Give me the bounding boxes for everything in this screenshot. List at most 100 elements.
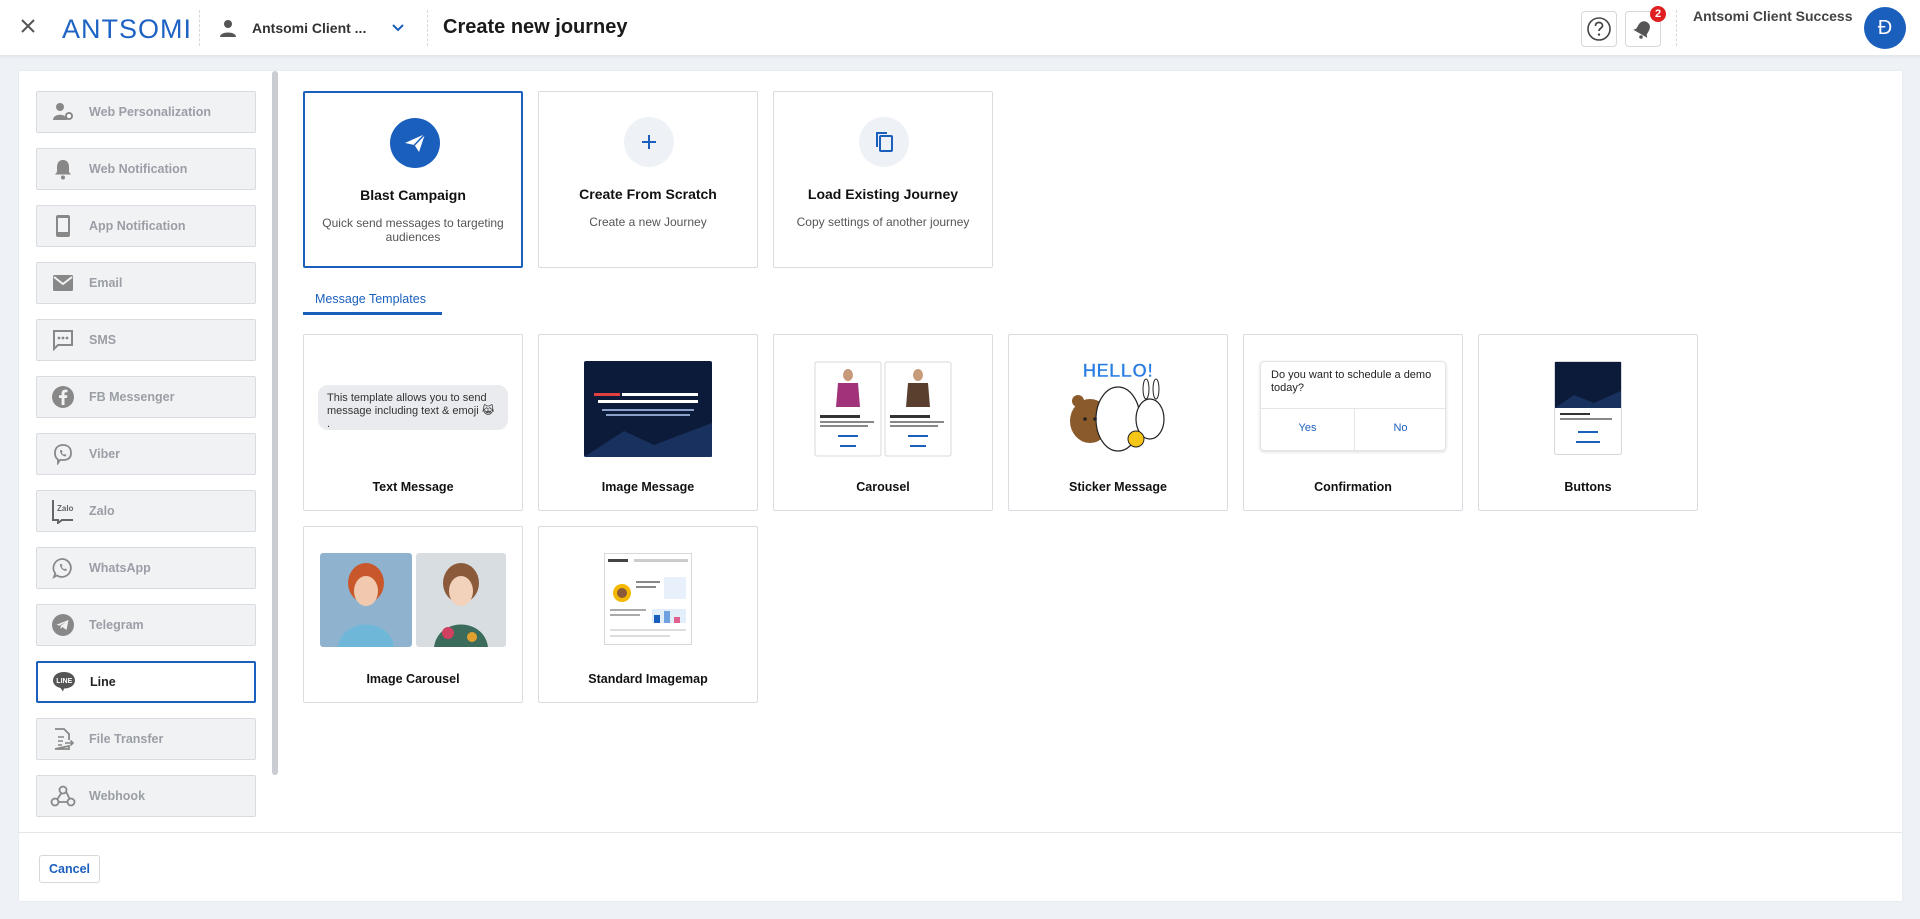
template-label: Confirmation (1314, 480, 1392, 494)
template-tabs: Message Templates (303, 285, 1003, 315)
facebook-icon (37, 385, 89, 409)
chevron-down-icon (392, 24, 404, 32)
template-preview (553, 361, 743, 463)
webhook-icon (37, 784, 89, 808)
image-preview-icon (584, 361, 712, 457)
person-icon (220, 20, 236, 37)
notifications-button[interactable]: 2 (1625, 6, 1666, 47)
template-preview (318, 553, 508, 655)
image-carousel-preview-icon (320, 553, 506, 647)
channel-telegram[interactable]: Telegram (36, 604, 256, 646)
imagemap-preview-icon (604, 553, 692, 645)
mobile-icon (37, 214, 89, 238)
buttons-preview-icon (1554, 361, 1622, 455)
page-title: Create new journey (443, 16, 628, 38)
line-icon: LINE (38, 670, 90, 694)
svg-text:HELLO!: HELLO! (1083, 361, 1154, 382)
template-preview (553, 553, 743, 655)
option-title: Load Existing Journey (807, 186, 959, 202)
option-subtitle: Create a new Journey (589, 215, 707, 229)
template-buttons[interactable]: Buttons (1478, 334, 1698, 511)
copy-icon (859, 117, 909, 167)
option-create-from-scratch[interactable]: Create From Scratch Create a new Journey (538, 91, 758, 268)
viber-icon (37, 443, 89, 465)
svg-text:LINE: LINE (56, 678, 72, 685)
bell-icon (1633, 21, 1650, 39)
channel-zalo[interactable]: Zalo Zalo (36, 490, 256, 532)
whatsapp-icon (37, 557, 89, 579)
mail-icon (37, 274, 89, 292)
channel-viber[interactable]: Viber (36, 433, 256, 475)
channel-email[interactable]: Email (36, 262, 256, 304)
channel-web-personalization[interactable]: Web Personalization (36, 91, 256, 133)
template-label: Standard Imagemap (588, 672, 708, 686)
cancel-button[interactable]: Cancel (39, 855, 100, 883)
template-preview: This template allows you to send message… (318, 361, 508, 463)
channel-app-notification[interactable]: App Notification (36, 205, 256, 247)
chat-icon (37, 329, 89, 351)
help-icon (1587, 17, 1611, 41)
zalo-icon: Zalo (37, 498, 89, 524)
option-title: Blast Campaign (360, 187, 466, 203)
carousel-preview-icon (814, 361, 952, 457)
option-title: Create From Scratch (579, 186, 717, 202)
avatar[interactable]: Đ (1864, 7, 1906, 49)
template-label: Image Carousel (366, 672, 460, 686)
template-sticker-message[interactable]: HELLO! Sticker Message (1008, 334, 1228, 511)
template-text-message[interactable]: This template allows you to send message… (303, 334, 523, 511)
template-image-carousel[interactable]: Image Carousel (303, 526, 523, 703)
sticker-preview-icon: HELLO! (1070, 361, 1165, 452)
account-name: Antsomi Client ... (252, 20, 367, 36)
channel-file-transfer[interactable]: File Transfer (36, 718, 256, 760)
plus-icon (624, 117, 674, 167)
template-label: Carousel (856, 480, 910, 494)
user-gear-icon (37, 101, 89, 123)
channel-whatsapp[interactable]: WhatsApp (36, 547, 256, 589)
channel-sidebar: Web Personalization Web Notification App… (19, 71, 279, 831)
header-divider (1676, 10, 1677, 46)
option-subtitle: Quick send messages to targeting audienc… (322, 216, 504, 244)
file-transfer-icon (37, 727, 89, 751)
template-label: Sticker Message (1069, 480, 1167, 494)
panel-footer: Cancel (19, 832, 1902, 901)
template-label: Text Message (372, 480, 454, 494)
close-button[interactable] (14, 12, 42, 40)
confirmation-question: Do you want to schedule a demo today? (1271, 369, 1432, 394)
header-divider (427, 10, 428, 46)
create-journey-panel: Web Personalization Web Notification App… (19, 71, 1902, 901)
confirmation-yes: Yes (1298, 422, 1317, 434)
app-header: ANTSOMI Antsomi Client ... Create new jo… (0, 0, 1920, 56)
template-label: Buttons (1564, 480, 1612, 494)
antsomi-logo: ANTSOMI (62, 14, 193, 44)
option-blast-campaign[interactable]: Blast Campaign Quick send messages to ta… (303, 91, 523, 268)
channel-webhook[interactable]: Webhook (36, 775, 256, 817)
user-name: Antsomi Client Success (1693, 8, 1853, 24)
template-preview (788, 361, 978, 463)
template-confirmation[interactable]: Do you want to schedule a demo today? Ye… (1243, 334, 1463, 511)
channel-line[interactable]: LINE Line (36, 661, 256, 703)
template-carousel[interactable]: Carousel (773, 334, 993, 511)
template-image-message[interactable]: Image Message (538, 334, 758, 511)
tab-message-templates[interactable]: Message Templates (303, 285, 442, 315)
template-preview: HELLO! (1023, 361, 1213, 463)
confirmation-no: No (1393, 422, 1408, 434)
account-selector[interactable]: Antsomi Client ... (218, 12, 418, 44)
channel-web-notification[interactable]: Web Notification (36, 148, 256, 190)
text-bubble: This template allows you to send message… (318, 385, 508, 430)
option-subtitle: Copy settings of another journey (796, 215, 970, 229)
template-preview (1493, 361, 1683, 463)
channel-sms[interactable]: SMS (36, 319, 256, 361)
option-load-existing-journey[interactable]: Load Existing Journey Copy settings of a… (773, 91, 993, 268)
confirmation-card: Do you want to schedule a demo today? Ye… (1260, 361, 1447, 452)
sidebar-scrollbar[interactable] (272, 71, 278, 775)
bell-icon (37, 158, 89, 180)
channel-fb-messenger[interactable]: FB Messenger (36, 376, 256, 418)
template-preview: Do you want to schedule a demo today? Ye… (1258, 361, 1448, 463)
send-icon (390, 118, 440, 168)
help-button[interactable] (1581, 11, 1617, 47)
header-divider (199, 10, 200, 46)
close-icon (21, 19, 35, 33)
svg-text:Zalo: Zalo (57, 504, 74, 513)
template-standard-imagemap[interactable]: Standard Imagemap (538, 526, 758, 703)
telegram-icon (37, 613, 89, 637)
